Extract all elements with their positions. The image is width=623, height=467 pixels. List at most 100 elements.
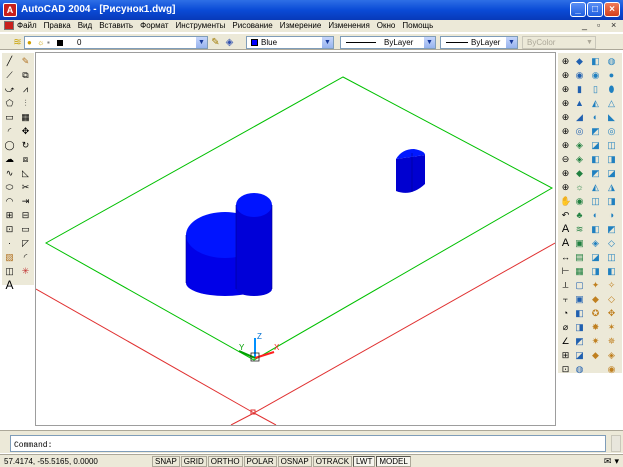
section-icon[interactable]: ◪ xyxy=(590,140,601,151)
dimension-icon[interactable]: ↔ xyxy=(560,252,571,263)
top-view-icon[interactable]: ▢ xyxy=(574,280,585,291)
chevron-down-icon[interactable]: ▼ xyxy=(322,37,333,48)
aligned-dim-icon[interactable]: ⟂ xyxy=(560,280,571,291)
array-icon[interactable]: ▦ xyxy=(20,112,31,123)
model-space-viewport[interactable]: Z X Y xyxy=(35,52,556,426)
zoom-center-icon[interactable]: ⊕ xyxy=(560,112,571,123)
menu-item-1[interactable]: Правка xyxy=(44,21,71,30)
menu-item-6[interactable]: Рисование xyxy=(232,21,272,30)
pan-3d-icon[interactable]: ✥ xyxy=(606,308,617,319)
swivel-icon[interactable]: ◇ xyxy=(606,294,617,305)
continuous-orbit-icon[interactable]: ✧ xyxy=(606,280,617,291)
minimize-button[interactable]: _ xyxy=(570,2,586,17)
status-toggle-otrack[interactable]: OTRACK xyxy=(312,456,353,467)
cylinder-icon[interactable]: ▮ xyxy=(574,84,585,95)
setup-view-icon[interactable]: ◨ xyxy=(606,154,617,165)
scale-icon[interactable]: ⧈ xyxy=(20,154,31,165)
solid-box-icon[interactable]: ◍ xyxy=(606,56,617,67)
zoom-3d-icon[interactable]: ✪ xyxy=(590,308,601,319)
wedge-solid-icon[interactable]: ◣ xyxy=(606,112,617,123)
trim-icon[interactable]: ✂ xyxy=(20,182,31,193)
materials-icon[interactable]: ◉ xyxy=(574,196,585,207)
cone-solid-icon[interactable]: △ xyxy=(606,98,617,109)
linetype-combo[interactable]: ByLayer ▼ xyxy=(340,36,436,49)
bottom-view-icon[interactable]: ▣ xyxy=(574,294,585,305)
polyline-icon[interactable]: ⤻ xyxy=(4,84,15,95)
status-toggle-lwt[interactable]: LWT xyxy=(353,456,376,467)
iso-nw-icon[interactable]: ◉ xyxy=(606,364,617,375)
sphere-solid-icon[interactable]: ● xyxy=(606,70,617,81)
camera-icon[interactable]: ◆ xyxy=(590,294,601,305)
communication-center-icon[interactable]: ✉ xyxy=(604,456,612,467)
cylinder-solid-icon[interactable]: ⬮ xyxy=(606,84,617,95)
circle-icon[interactable]: ◯ xyxy=(4,140,15,151)
color-combo[interactable]: Blue ▼ xyxy=(246,36,334,49)
break-icon[interactable]: ⊟ xyxy=(20,210,31,221)
multiline-text-icon[interactable]: A xyxy=(560,224,571,235)
arc-icon[interactable]: ◜ xyxy=(4,126,15,137)
setup-drawing-icon[interactable]: ◧ xyxy=(590,154,601,165)
menu-item-4[interactable]: Формат xyxy=(140,21,168,30)
document-icon[interactable] xyxy=(4,21,14,30)
imprint-icon[interactable]: ◈ xyxy=(590,238,601,249)
layer-combo[interactable]: ● ☼ ▪ 0 ▼ xyxy=(24,36,208,49)
status-toggle-osnap[interactable]: OSNAP xyxy=(277,456,312,467)
menu-item-9[interactable]: Окно xyxy=(377,21,396,30)
solid-edit-icon[interactable]: ◪ xyxy=(606,168,617,179)
sphere-icon[interactable]: ◉ xyxy=(574,70,585,81)
undo-icon[interactable]: ↶ xyxy=(560,210,571,221)
chevron-down-icon[interactable]: ▼ xyxy=(424,37,435,48)
zoom-extents-icon[interactable]: ⊕ xyxy=(560,182,571,193)
iso-se-icon[interactable]: ◈ xyxy=(606,350,617,361)
status-toggle-ortho[interactable]: ORTHO xyxy=(207,456,243,467)
zoom-in-icon[interactable]: ⊕ xyxy=(560,140,571,151)
zoom-out-icon[interactable]: ⊖ xyxy=(560,154,571,165)
copy-icon[interactable]: ⧉ xyxy=(20,70,31,81)
intersect-icon[interactable]: ▯ xyxy=(590,84,601,95)
separate-icon[interactable]: ◪ xyxy=(590,252,601,263)
clip-icon[interactable]: ✸ xyxy=(590,322,601,333)
text-icon[interactable]: A xyxy=(4,279,15,291)
wedge-icon[interactable]: ◢ xyxy=(574,112,585,123)
solid-cylinder-small[interactable] xyxy=(396,149,425,193)
adjust-distance-icon[interactable]: ✶ xyxy=(606,322,617,333)
explode-icon[interactable]: ✳ xyxy=(20,266,31,277)
check-icon[interactable]: ◨ xyxy=(590,266,601,277)
move-icon[interactable]: ✥ xyxy=(20,126,31,137)
view-3d-icon[interactable]: ◧ xyxy=(606,266,617,277)
landscape-icon[interactable]: ♣ xyxy=(574,210,585,221)
menu-item-3[interactable]: Вставить xyxy=(99,21,133,30)
layer-manager-icon[interactable]: ≋ xyxy=(12,37,23,48)
menu-item-10[interactable]: Помощь xyxy=(402,21,433,30)
zoom-object-icon[interactable]: ⊕ xyxy=(560,126,571,137)
extrude-faces-icon[interactable]: ◭ xyxy=(590,182,601,193)
angular-dim-icon[interactable]: ∠ xyxy=(560,336,571,347)
color-faces-icon[interactable]: ◩ xyxy=(606,224,617,235)
interfere-icon[interactable]: ◫ xyxy=(606,140,617,151)
render-icon[interactable]: ◈ xyxy=(574,154,585,165)
shade-icon[interactable]: ◈ xyxy=(574,140,585,151)
mapping-icon[interactable]: ▦ xyxy=(574,266,585,277)
close-button[interactable]: × xyxy=(604,2,620,17)
statistics-icon[interactable]: ▤ xyxy=(574,252,585,263)
doc-minimize-icon[interactable]: _ xyxy=(582,20,587,30)
construction-line-icon[interactable]: ⟋ xyxy=(4,70,15,81)
menu-item-7[interactable]: Измерение xyxy=(280,21,322,30)
ordinate-dim-icon[interactable]: ⫟ xyxy=(560,294,571,305)
mirror-icon[interactable]: ⩘ xyxy=(20,84,31,95)
command-line-input[interactable]: Command: xyxy=(10,435,606,452)
lights-icon[interactable]: ☼ xyxy=(574,182,585,193)
text-style-icon[interactable]: A xyxy=(560,238,571,249)
polygon-icon[interactable]: ⬠ xyxy=(4,98,15,109)
doc-restore-icon[interactable]: ▫ xyxy=(597,20,600,30)
chamfer-icon[interactable]: ◸ xyxy=(20,238,31,249)
rotate-icon[interactable]: ↻ xyxy=(20,140,31,151)
break-at-point-icon[interactable]: ▭ xyxy=(20,224,31,235)
status-toggle-grid[interactable]: GRID xyxy=(180,456,207,467)
zoom-window-icon[interactable]: ⊕ xyxy=(560,70,571,81)
move-faces-icon[interactable]: ◮ xyxy=(606,182,617,193)
shell-icon[interactable]: ◫ xyxy=(606,252,617,263)
insert-block-icon[interactable]: ⊞ xyxy=(4,210,15,221)
erase-icon[interactable]: ✎ xyxy=(20,56,31,67)
slice-icon[interactable]: ◩ xyxy=(590,126,601,137)
